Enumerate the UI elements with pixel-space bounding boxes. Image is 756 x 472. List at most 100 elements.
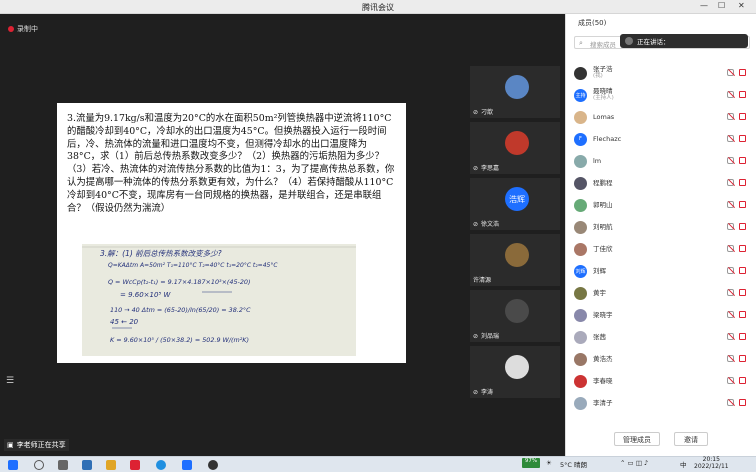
invite-button[interactable]: 邀请 — [674, 432, 708, 446]
mic-off-icon[interactable] — [727, 157, 734, 164]
camera-off-icon[interactable] — [739, 113, 746, 120]
camera-off-icon[interactable] — [739, 377, 746, 384]
folder-icon[interactable] — [106, 460, 116, 470]
participant-row[interactable]: 张子浩 (我) — [574, 62, 752, 84]
board-line: Q=KAΔtm A=50m² T₁=110°C T₂=40°C t₁=20°C … — [108, 262, 278, 269]
mic-off-icon[interactable] — [727, 135, 734, 142]
mic-off-icon[interactable] — [727, 355, 734, 362]
avatar — [574, 154, 587, 168]
video-tile[interactable]: ⊘ 刘品瑞 — [470, 290, 560, 342]
camera-off-icon[interactable] — [739, 157, 746, 164]
camera-off-icon[interactable] — [739, 245, 746, 252]
task-view-icon[interactable] — [58, 460, 68, 470]
camera-off-icon[interactable] — [739, 179, 746, 186]
recording-indicator[interactable]: 录制中 — [8, 24, 38, 34]
weather-text[interactable]: 5°C 晴朗 — [560, 459, 587, 469]
mic-off-icon[interactable] — [727, 289, 734, 296]
weather-icon[interactable]: ☀ — [546, 459, 552, 467]
mic-off-icon[interactable] — [727, 245, 734, 252]
participant-row[interactable]: lm — [574, 150, 752, 172]
video-tile[interactable]: 许清源 — [470, 234, 560, 286]
avatar — [574, 110, 587, 124]
manage-members-button[interactable]: 管理成员 — [614, 432, 660, 446]
participant-row[interactable]: 张茜 — [574, 326, 752, 348]
mic-off-icon: ⊘ — [473, 164, 479, 172]
camera-off-icon[interactable] — [739, 333, 746, 340]
avatar: F — [574, 132, 587, 146]
participant-name-text: 刘明航 — [593, 222, 613, 231]
avatar — [574, 176, 587, 190]
participant-name-text: 程鹏程 — [593, 178, 613, 187]
avatar: 浩辉 — [505, 187, 529, 211]
participant-row[interactable]: 梁晓宇 — [574, 304, 752, 326]
maximize-icon[interactable]: ☐ — [718, 1, 725, 10]
camera-off-icon[interactable] — [739, 267, 746, 274]
menu-icon[interactable]: ☰ — [6, 376, 14, 386]
participant-row[interactable]: 郭明山 — [574, 194, 752, 216]
camera-off-icon[interactable] — [739, 399, 746, 406]
video-tile[interactable]: ⊘ 李思嘉 — [470, 122, 560, 174]
participant-row[interactable]: 程鹏程 — [574, 172, 752, 194]
video-tile[interactable]: 浩辉 ⊘ 徐文浩 — [470, 178, 560, 230]
participant-row[interactable]: 黄宇 — [574, 282, 752, 304]
mic-off-icon[interactable] — [727, 91, 734, 98]
participant-name-text: 张子浩 — [593, 65, 613, 73]
minimize-icon[interactable]: — — [700, 1, 708, 10]
input-language[interactable]: 中 — [680, 459, 687, 469]
participant-row[interactable]: 刘辉 刘辉 — [574, 260, 752, 282]
avatar — [505, 131, 529, 155]
camera-off-icon[interactable] — [739, 91, 746, 98]
participant-row[interactable]: 黄浩杰 — [574, 348, 752, 370]
camera-off-icon[interactable] — [739, 135, 746, 142]
edge-icon[interactable] — [156, 460, 166, 470]
mic-off-icon[interactable] — [727, 201, 734, 208]
mail-icon[interactable] — [82, 460, 92, 470]
mic-off-icon[interactable] — [727, 399, 734, 406]
participant-row[interactable]: 主持 聂晓晴 (主持人) — [574, 84, 752, 106]
mic-off-icon[interactable] — [727, 113, 734, 120]
app-icon[interactable] — [208, 460, 218, 470]
close-icon[interactable]: ✕ — [738, 1, 745, 10]
system-tray-icons[interactable]: ⌃ ▭ ◫ ♪ — [620, 459, 648, 467]
clock[interactable]: 20:15 2022/12/11 — [694, 456, 729, 470]
video-tile[interactable]: ⊘ 李涛 — [470, 346, 560, 398]
speaking-toast: 正在讲话： — [620, 34, 748, 48]
shared-screen: 3.流量为9.17kg/s和温度为20°C的水在面积50m²列管换热器中逆流将1… — [57, 103, 406, 363]
camera-off-icon[interactable] — [739, 69, 746, 76]
camera-off-icon[interactable] — [739, 223, 746, 230]
meeting-app-icon[interactable] — [182, 460, 192, 470]
avatar — [505, 75, 529, 99]
question-text: 3.流量为9.17kg/s和温度为20°C的水在面积50m²列管换热器中逆流将1… — [67, 113, 395, 214]
mic-off-icon[interactable] — [727, 179, 734, 186]
avatar — [574, 396, 587, 410]
mic-off-icon[interactable] — [727, 377, 734, 384]
participant-row[interactable]: F Flechazc — [574, 128, 752, 150]
whiteboard-photo: 3.解：(1) 前后总传热系数改变多少? Q=KAΔtm A=50m² T₁=1… — [82, 244, 356, 356]
camera-off-icon[interactable] — [739, 289, 746, 296]
video-tile[interactable]: ⊘ 刁歆 — [470, 66, 560, 118]
participant-row[interactable]: 李春晓 — [574, 370, 752, 392]
mic-off-icon[interactable] — [727, 223, 734, 230]
camera-off-icon[interactable] — [739, 355, 746, 362]
screen-share-indicator[interactable]: ▣ 李老师正在共享 — [4, 439, 69, 451]
mic-off-icon[interactable] — [727, 333, 734, 340]
office-icon[interactable] — [130, 460, 140, 470]
mic-off-icon[interactable] — [727, 267, 734, 274]
participant-row[interactable]: 李清子 — [574, 392, 752, 414]
mic-off-icon[interactable] — [727, 311, 734, 318]
board-line: K = 9.60×10⁵ / (50×38.2) = 502.9 W/(m²K) — [110, 336, 249, 344]
tile-name: 刁歆 — [481, 109, 494, 116]
camera-off-icon[interactable] — [739, 201, 746, 208]
avatar — [574, 330, 587, 344]
board-line: Q = WcCp(t₂-t₁) = 9.17×4.187×10³×(45-20) — [108, 278, 251, 286]
avatar: 主持 — [574, 88, 587, 102]
mic-off-icon[interactable] — [727, 69, 734, 76]
search-icon[interactable] — [34, 460, 44, 470]
participant-row[interactable]: 刘明航 — [574, 216, 752, 238]
camera-off-icon[interactable] — [739, 311, 746, 318]
participant-row[interactable]: Lomas — [574, 106, 752, 128]
participant-row[interactable]: 丁佳欣 — [574, 238, 752, 260]
windows-start-icon[interactable] — [8, 460, 18, 470]
participant-name: 刘明航 — [593, 222, 613, 231]
battery-badge[interactable]: 97% — [522, 458, 540, 468]
